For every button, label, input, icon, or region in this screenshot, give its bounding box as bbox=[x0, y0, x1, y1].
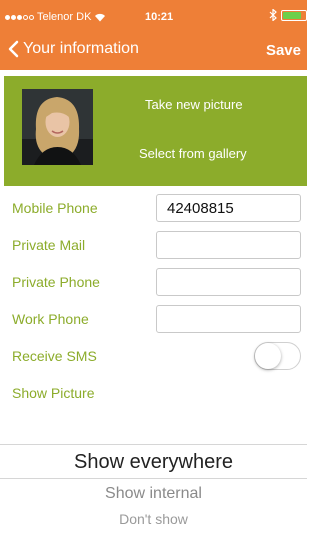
receive-sms-toggle[interactable] bbox=[254, 342, 301, 370]
picker-divider-top bbox=[0, 444, 307, 445]
battery-icon bbox=[281, 9, 307, 21]
status-right bbox=[269, 9, 307, 21]
work-phone-row: Work Phone bbox=[0, 301, 307, 338]
wifi-icon bbox=[95, 13, 106, 21]
mobile-phone-field[interactable]: 42408815 bbox=[156, 194, 301, 222]
work-phone-field[interactable] bbox=[156, 305, 301, 333]
show-picture-label: Show Picture bbox=[12, 385, 95, 401]
picker-divider-bottom bbox=[0, 478, 307, 479]
private-mail-label: Private Mail bbox=[12, 237, 86, 253]
private-phone-field[interactable] bbox=[156, 268, 301, 296]
private-phone-label: Private Phone bbox=[12, 274, 100, 290]
avatar bbox=[22, 89, 93, 165]
profile-photo-section: Take new picture Select from gallery bbox=[4, 76, 307, 186]
back-button[interactable]: Your information bbox=[8, 40, 139, 58]
mobile-phone-label: Mobile Phone bbox=[12, 200, 98, 216]
visibility-picker[interactable]: Show everywhere Show internal Don't show bbox=[0, 440, 307, 550]
receive-sms-row: Receive SMS bbox=[0, 338, 307, 375]
picker-option-show-everywhere[interactable]: Show everywhere bbox=[0, 451, 307, 474]
picker-option-show-internal[interactable]: Show internal bbox=[0, 485, 307, 503]
carrier-name: Telenor DK bbox=[37, 11, 92, 23]
bluetooth-icon bbox=[269, 9, 277, 21]
toggle-knob bbox=[255, 343, 281, 369]
carrier-info: Telenor DK bbox=[5, 11, 106, 23]
clock: 10:21 bbox=[145, 11, 174, 23]
show-picture-row: Show Picture bbox=[0, 375, 307, 412]
page-title: Your information bbox=[23, 40, 139, 57]
picker-option-dont-show[interactable]: Don't show bbox=[0, 511, 307, 527]
signal-strength-icon bbox=[5, 14, 34, 20]
private-mail-field[interactable] bbox=[156, 231, 301, 259]
receive-sms-label: Receive SMS bbox=[12, 348, 97, 364]
private-mail-row: Private Mail bbox=[0, 227, 307, 264]
navigation-bar: Your information Save bbox=[0, 33, 307, 70]
save-button[interactable]: Save bbox=[266, 42, 301, 59]
mobile-phone-row: Mobile Phone 42408815 bbox=[0, 190, 307, 227]
take-new-picture-button[interactable]: Take new picture bbox=[145, 97, 243, 112]
work-phone-label: Work Phone bbox=[12, 311, 89, 327]
private-phone-row: Private Phone bbox=[0, 264, 307, 301]
status-bar: Telenor DK 10:21 bbox=[0, 0, 307, 33]
battery-level bbox=[283, 11, 301, 19]
chevron-left-icon bbox=[8, 40, 19, 58]
select-from-gallery-button[interactable]: Select from gallery bbox=[139, 146, 247, 161]
